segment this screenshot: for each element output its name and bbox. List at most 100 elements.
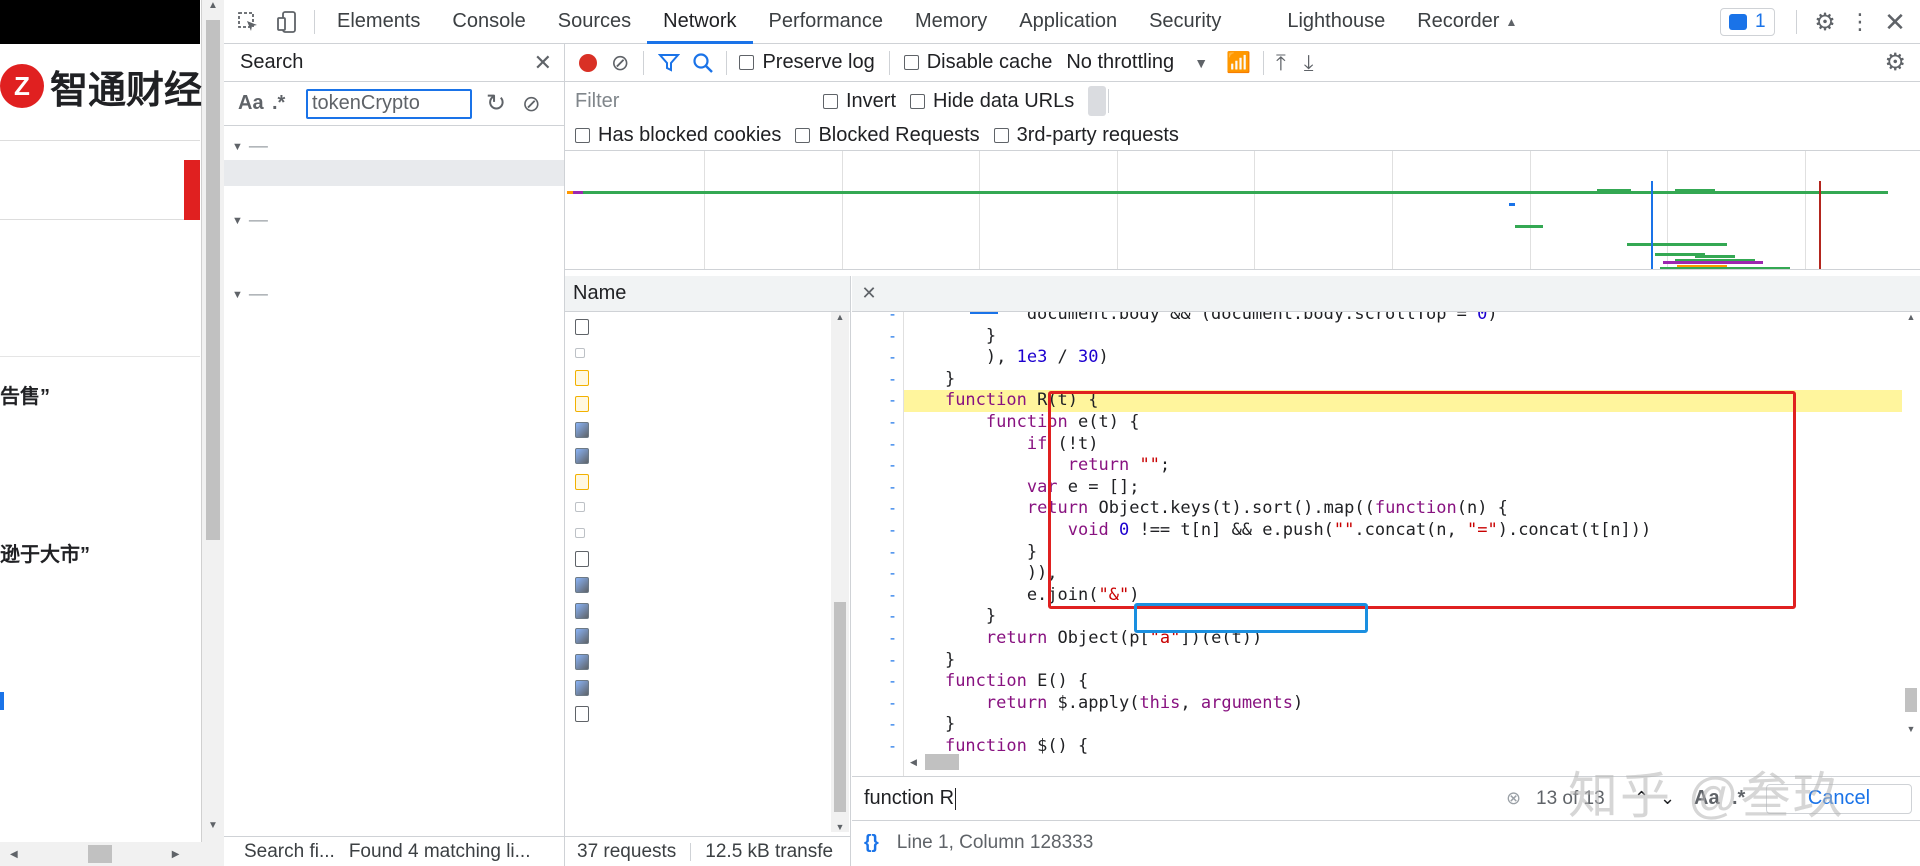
third-party-checkbox[interactable]: 3rd-party requests — [993, 124, 1179, 147]
preserve-log-checkbox[interactable]: Preserve log — [739, 51, 875, 74]
request-row[interactable] — [565, 598, 850, 624]
scroll-thumb[interactable] — [206, 20, 220, 540]
filter-type-other[interactable] — [1291, 86, 1309, 116]
pretty-print-icon[interactable]: {} — [864, 832, 879, 854]
filter-type-manifest[interactable] — [1273, 86, 1291, 116]
request-row[interactable] — [565, 546, 850, 572]
filter-icon[interactable] — [658, 53, 681, 73]
inspect-element-icon[interactable] — [228, 0, 268, 44]
tab-initiator[interactable] — [998, 275, 1026, 313]
search-icon[interactable] — [692, 52, 714, 74]
clear-find-icon[interactable]: ⊗ — [1506, 788, 1521, 809]
refresh-icon[interactable]: ↻ — [486, 89, 506, 118]
blocked-cookies-checkbox[interactable]: Has blocked cookies — [575, 124, 781, 147]
filter-type-ws[interactable] — [1237, 86, 1255, 116]
filter-input[interactable]: Filter — [569, 86, 809, 116]
headline-2[interactable]: 逊于大市” — [0, 538, 90, 567]
hscroll-thumb[interactable] — [924, 754, 959, 770]
search-match-row[interactable] — [224, 234, 564, 260]
close-search-icon[interactable]: ✕ — [534, 50, 552, 76]
network-overview-timeline[interactable] — [565, 150, 1920, 270]
search-box-area[interactable] — [0, 140, 200, 220]
scroll-up-icon[interactable]: ▲ — [1902, 312, 1920, 322]
scroll-up-icon[interactable]: ▲ — [831, 312, 849, 328]
hscroll-thumb[interactable] — [87, 845, 112, 863]
request-row[interactable] — [565, 366, 850, 392]
scroll-left-icon[interactable]: ◀ — [910, 757, 917, 768]
search-result-header[interactable]: ▼ — — [224, 208, 564, 234]
request-row[interactable] — [565, 520, 850, 546]
filter-type-all[interactable] — [1088, 86, 1107, 116]
tab-application[interactable]: Application — [1003, 0, 1133, 44]
request-row[interactable] — [565, 391, 850, 417]
filter-type-font[interactable] — [1201, 86, 1219, 116]
record-icon[interactable] — [579, 53, 597, 72]
network-settings-icon[interactable]: ⚙ — [1884, 48, 1906, 77]
filter-type-js[interactable] — [1129, 86, 1147, 116]
disable-cache-checkbox[interactable]: Disable cache — [903, 51, 1052, 74]
expand-triangle-icon[interactable]: ▼ — [232, 215, 243, 227]
request-row[interactable] — [565, 495, 850, 521]
filter-type-doc[interactable] — [1219, 86, 1237, 116]
page-hscrollbar[interactable]: ◀ ▶ — [0, 842, 202, 866]
search-match-row[interactable] — [224, 334, 564, 360]
more-options-icon[interactable]: ⋮ — [1849, 8, 1871, 36]
link-fragment[interactable] — [0, 692, 4, 710]
scroll-down-icon[interactable]: ▼ — [1902, 724, 1920, 734]
request-row[interactable] — [565, 572, 850, 598]
expand-triangle-icon[interactable]: ▼ — [232, 289, 243, 301]
export-har-icon[interactable]: ⤓ — [1304, 50, 1314, 76]
tab-sources[interactable]: Sources — [542, 0, 647, 44]
request-row[interactable] — [565, 314, 850, 340]
scroll-right-icon[interactable]: ▶ — [172, 849, 180, 860]
filter-type-css[interactable] — [1147, 86, 1165, 116]
filter-type-media[interactable] — [1183, 86, 1201, 116]
request-row[interactable] — [565, 340, 850, 366]
search-match-row[interactable] — [224, 308, 564, 334]
clear-search-icon[interactable]: ⊘ — [522, 91, 540, 117]
tab-timing[interactable] — [1026, 275, 1054, 313]
tab-preview[interactable] — [942, 275, 970, 313]
request-row[interactable] — [565, 624, 850, 650]
tab-performance[interactable]: Performance — [753, 0, 900, 44]
hide-data-urls-checkbox[interactable]: Hide data URLs — [910, 90, 1074, 113]
search-match-row[interactable] — [224, 160, 564, 186]
name-column-header[interactable]: Name — [565, 276, 850, 312]
tab-response[interactable] — [970, 275, 998, 314]
scroll-left-icon[interactable]: ◀ — [10, 849, 18, 860]
code-vscrollbar[interactable]: ▲ ▼ — [1902, 312, 1920, 776]
search-button[interactable] — [184, 160, 200, 220]
search-result-header[interactable]: ▼ — — [224, 282, 564, 308]
close-detail-icon[interactable]: ✕ — [852, 283, 886, 304]
blocked-requests-checkbox[interactable]: Blocked Requests — [795, 124, 980, 147]
expand-triangle-icon[interactable]: ▼ — [232, 141, 243, 153]
request-row[interactable] — [565, 675, 850, 701]
scroll-thumb[interactable] — [1905, 688, 1917, 712]
search-result-header[interactable]: ▼ — — [224, 134, 564, 160]
request-row[interactable] — [565, 443, 850, 469]
tab-elements[interactable]: Elements — [321, 0, 436, 44]
scroll-down-icon[interactable]: ▼ — [831, 822, 849, 832]
regex-toggle[interactable]: .* — [272, 92, 300, 115]
filter-type-fetchxhr[interactable] — [1111, 86, 1129, 116]
site-logo[interactable]: Z 智通财经 — [0, 58, 202, 114]
tab-network[interactable]: Network — [647, 0, 753, 44]
request-row[interactable] — [565, 417, 850, 443]
match-case-toggle[interactable]: Aa — [238, 92, 272, 115]
tab-security[interactable]: Security — [1133, 0, 1237, 44]
headline-1[interactable]: 告售” — [0, 380, 50, 409]
request-list-scrollbar[interactable]: ▲ ▼ — [831, 312, 849, 832]
search-query-input[interactable]: tokenCrypto — [306, 88, 472, 119]
invert-checkbox[interactable]: Invert — [823, 90, 896, 113]
scroll-thumb[interactable] — [834, 602, 846, 812]
filter-type-img[interactable] — [1165, 86, 1183, 116]
tab-payload[interactable] — [914, 275, 942, 313]
request-row[interactable] — [565, 701, 850, 727]
tab-memory[interactable]: Memory — [899, 0, 1003, 44]
scroll-down-icon[interactable]: ▼ — [202, 820, 224, 831]
tab-headers[interactable] — [886, 275, 914, 313]
tab-console[interactable]: Console — [436, 0, 541, 44]
page-scrollbar[interactable]: ▲ ▼ — [202, 0, 224, 866]
tab-recorder[interactable]: Recorder — [1401, 0, 1515, 44]
issues-badge[interactable]: 1 — [1720, 8, 1775, 36]
